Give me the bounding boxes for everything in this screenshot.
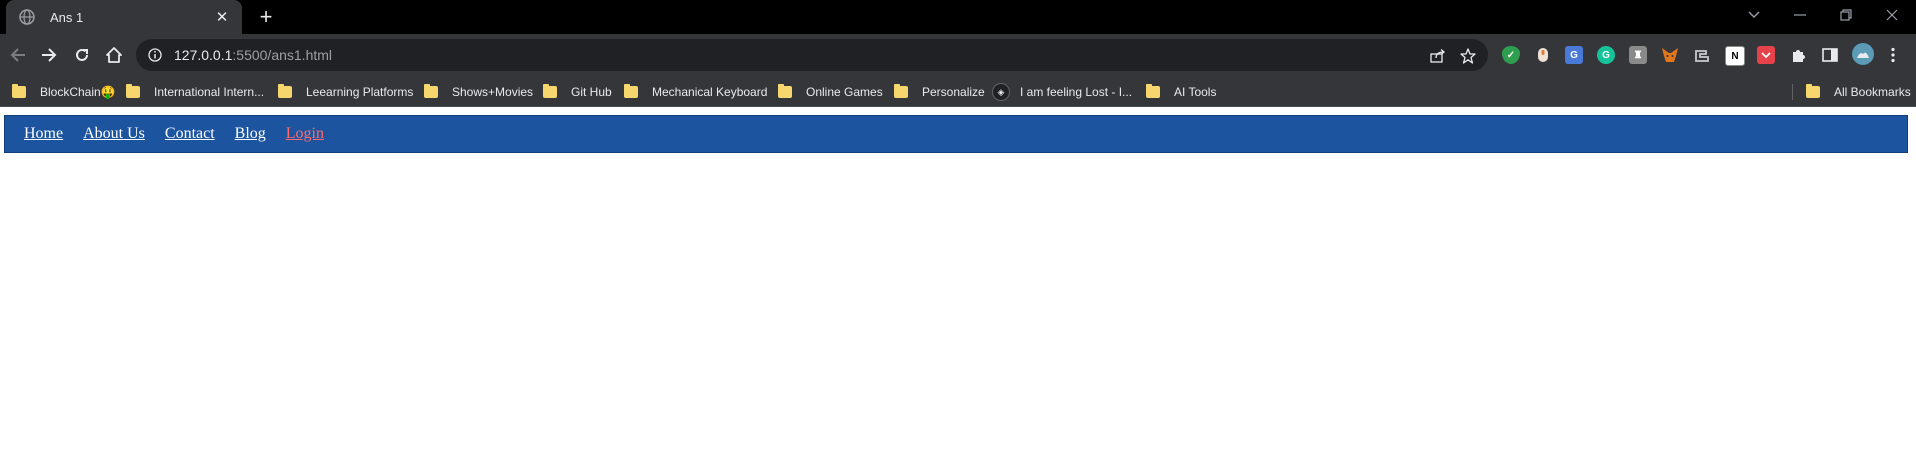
close-tab-icon[interactable]: ✕	[212, 7, 232, 27]
folder-icon	[1806, 84, 1820, 98]
bookmark-i-am-feeling-lost[interactable]: ◈ I am feeling Lost - I...	[992, 83, 1132, 101]
puzzle-icon[interactable]	[1789, 46, 1807, 64]
folder-icon	[278, 84, 292, 98]
bookmark-label: Personalize	[922, 85, 985, 99]
nav-about-us-link[interactable]: About Us	[83, 125, 145, 143]
star-icon[interactable]	[1458, 47, 1478, 65]
info-icon[interactable]	[146, 46, 164, 64]
bookmark-git-hub[interactable]: Git Hub	[543, 83, 612, 101]
folder-icon	[126, 84, 140, 98]
site-icon: ◈	[992, 83, 1010, 101]
folder-icon	[894, 84, 908, 98]
tab-strip: Ans 1 ✕ +	[0, 0, 1916, 34]
nav-blog-link[interactable]: Blog	[235, 125, 266, 143]
profile-avatar[interactable]	[1852, 43, 1874, 65]
plus-icon[interactable]: +	[254, 4, 278, 29]
bookmarks-bar: BlockChain🤑 International Intern... Leea…	[0, 76, 1916, 107]
all-bookmarks[interactable]: All Bookmarks	[1806, 83, 1911, 101]
share-icon[interactable]	[1428, 47, 1448, 65]
translate-extension-icon[interactable]: G	[1565, 46, 1583, 64]
notion-extension-icon[interactable]: N	[1725, 46, 1745, 66]
folder-icon	[543, 84, 557, 98]
tab-search-icon[interactable]	[1736, 2, 1772, 28]
home-icon[interactable]	[101, 42, 127, 68]
folder-icon	[778, 84, 792, 98]
back-icon[interactable]	[5, 42, 31, 68]
bookmarks-divider	[1792, 84, 1793, 100]
bookmark-blockchain[interactable]: BlockChain🤑	[12, 83, 116, 101]
bookmark-international-intern[interactable]: International Intern...	[126, 83, 264, 101]
bookmark-ai-tools[interactable]: AI Tools	[1146, 83, 1216, 101]
bookmark-label: I am feeling Lost - I...	[1020, 85, 1133, 99]
grammarly-extension-icon[interactable]: G	[1597, 46, 1615, 64]
bookmark-label: Mechanical Keyboard	[652, 85, 768, 99]
bookmark-label: Online Games	[806, 85, 883, 99]
bookmark-label: Leearning Platforms	[306, 85, 414, 99]
all-bookmarks-label: All Bookmarks	[1834, 85, 1911, 99]
browser-tab[interactable]: Ans 1 ✕	[6, 0, 242, 34]
bookmark-label: AI Tools	[1174, 85, 1217, 99]
site-navbar: Home About Us Contact Blog Login	[4, 115, 1908, 153]
folder-icon	[12, 84, 26, 98]
logo-extension-icon[interactable]	[1693, 46, 1711, 64]
tab-title: Ans 1	[50, 9, 84, 25]
restore-icon[interactable]	[1828, 2, 1864, 28]
side-panel-icon[interactable]	[1821, 46, 1839, 64]
pocket-extension-icon[interactable]	[1757, 46, 1775, 64]
bookmark-label: BlockChain🤑	[40, 85, 116, 99]
folder-icon	[624, 84, 638, 98]
metamask-extension-icon[interactable]	[1661, 46, 1679, 64]
url-path: :5500/ans1.html	[232, 47, 333, 63]
address-bar[interactable]: 127.0.0.1:5500/ans1.html	[136, 39, 1488, 71]
nav-login-link[interactable]: Login	[286, 125, 324, 143]
page-viewport: Home About Us Contact Blog Login	[0, 107, 1916, 459]
bookmark-online-games[interactable]: Online Games	[778, 83, 883, 101]
close-icon[interactable]	[1874, 2, 1910, 28]
mouse-extension-icon[interactable]	[1534, 46, 1552, 64]
globe-icon	[18, 8, 36, 26]
minimize-icon[interactable]	[1782, 2, 1818, 28]
menu-dots-icon[interactable]	[1884, 46, 1902, 64]
image-extension-icon[interactable]: ♜	[1629, 46, 1647, 64]
bookmark-mechanical-keyboard[interactable]: Mechanical Keyboard	[624, 83, 767, 101]
url-host: 127.0.0.1	[174, 47, 233, 63]
bookmark-label: Git Hub	[571, 85, 612, 99]
shield-extension-icon[interactable]: ✓	[1502, 46, 1520, 64]
nav-contact-link[interactable]: Contact	[165, 125, 215, 143]
browser-toolbar: 127.0.0.1:5500/ans1.html ✓ G G ♜ N	[0, 34, 1916, 76]
folder-icon	[424, 84, 438, 98]
forward-icon[interactable]	[36, 42, 62, 68]
bookmark-label: International Intern...	[154, 85, 265, 99]
bookmark-learning-platforms[interactable]: Leearning Platforms	[278, 83, 413, 101]
folder-icon	[1146, 84, 1160, 98]
bookmark-label: Shows+Movies	[452, 85, 534, 99]
reload-icon[interactable]	[69, 42, 95, 68]
bookmark-shows-movies[interactable]: Shows+Movies	[424, 83, 533, 101]
bookmark-personalize[interactable]: Personalize	[894, 83, 985, 101]
url-text: 127.0.0.1:5500/ans1.html	[174, 47, 332, 63]
nav-home-link[interactable]: Home	[24, 125, 63, 143]
